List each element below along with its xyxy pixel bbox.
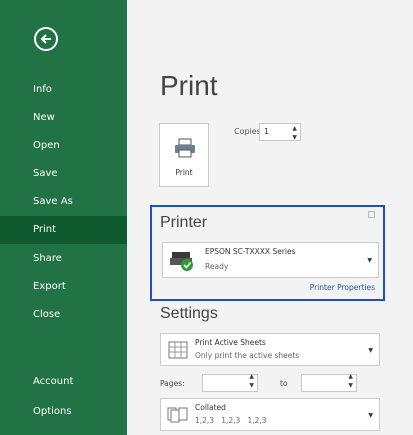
nav-print[interactable]: Print	[0, 216, 127, 244]
chevron-down-icon: ▼	[367, 257, 372, 264]
print-pane: Print Print Copies: 1 ▲ ▼ Printer EPSON …	[127, 0, 413, 435]
copies-input[interactable]: 1 ▲ ▼	[259, 123, 301, 141]
nav-share[interactable]: Share	[0, 245, 127, 272]
pages-to-input[interactable]: ▲ ▼	[301, 373, 357, 392]
print-scope-description: Only print the active sheets	[195, 351, 300, 360]
collation-order: 1,2,3 1,2,3 1,2,3	[195, 416, 267, 425]
printer-properties-link[interactable]: Printer Properties	[310, 283, 375, 292]
printer-status: Ready	[205, 262, 229, 271]
spin-down-icon[interactable]: ▼	[249, 382, 254, 389]
to-label: to	[280, 379, 288, 388]
settings-section-title: Settings	[160, 305, 218, 322]
back-arrow-icon[interactable]	[34, 27, 58, 51]
chevron-down-icon: ▼	[368, 412, 373, 419]
print-button[interactable]: Print	[159, 123, 209, 187]
collated-pages-icon	[167, 407, 188, 423]
spin-up-icon[interactable]: ▲	[348, 373, 353, 380]
backstage-sidebar: Info New Open Save Save As Print Share E…	[0, 0, 127, 435]
copies-value: 1	[264, 127, 270, 136]
chevron-down-icon: ▼	[368, 347, 373, 354]
printer-icon	[175, 138, 195, 158]
spin-down-icon[interactable]: ▼	[348, 382, 353, 389]
nav-save[interactable]: Save	[0, 160, 127, 187]
printer-section-title: Printer	[160, 214, 208, 231]
printer-dropdown[interactable]: EPSON SC-TXXXX Series Ready ▼	[162, 242, 379, 278]
info-icon[interactable]	[368, 211, 375, 218]
print-scope-dropdown[interactable]: Print Active Sheets Only print the activ…	[160, 333, 380, 366]
print-scope-label: Print Active Sheets	[195, 338, 266, 347]
nav-options[interactable]: Options	[0, 398, 127, 425]
nav-account[interactable]: Account	[0, 368, 127, 395]
print-button-label: Print	[175, 168, 193, 177]
spin-down-icon[interactable]: ▼	[292, 130, 297, 146]
spin-up-icon[interactable]: ▲	[249, 373, 254, 380]
nav-save-as[interactable]: Save As	[0, 188, 127, 215]
nav-new[interactable]: New	[0, 104, 127, 131]
sheet-grid-icon	[168, 341, 188, 359]
printer-name: EPSON SC-TXXXX Series	[205, 247, 296, 256]
printer-ready-icon	[170, 252, 193, 271]
pages-from-input[interactable]: ▲ ▼	[202, 373, 258, 392]
pages-label: Pages:	[160, 379, 185, 388]
nav-close[interactable]: Close	[0, 301, 127, 328]
printer-section: Printer EPSON SC-TXXXX Series Ready ▼ Pr…	[150, 205, 385, 301]
collation-label: Collated	[195, 403, 226, 412]
collation-dropdown[interactable]: Collated 1,2,3 1,2,3 1,2,3 ▼	[160, 398, 380, 431]
page-title: Print	[160, 70, 218, 101]
nav-open[interactable]: Open	[0, 132, 127, 159]
nav-info[interactable]: Info	[0, 76, 127, 103]
nav-export[interactable]: Export	[0, 273, 127, 300]
